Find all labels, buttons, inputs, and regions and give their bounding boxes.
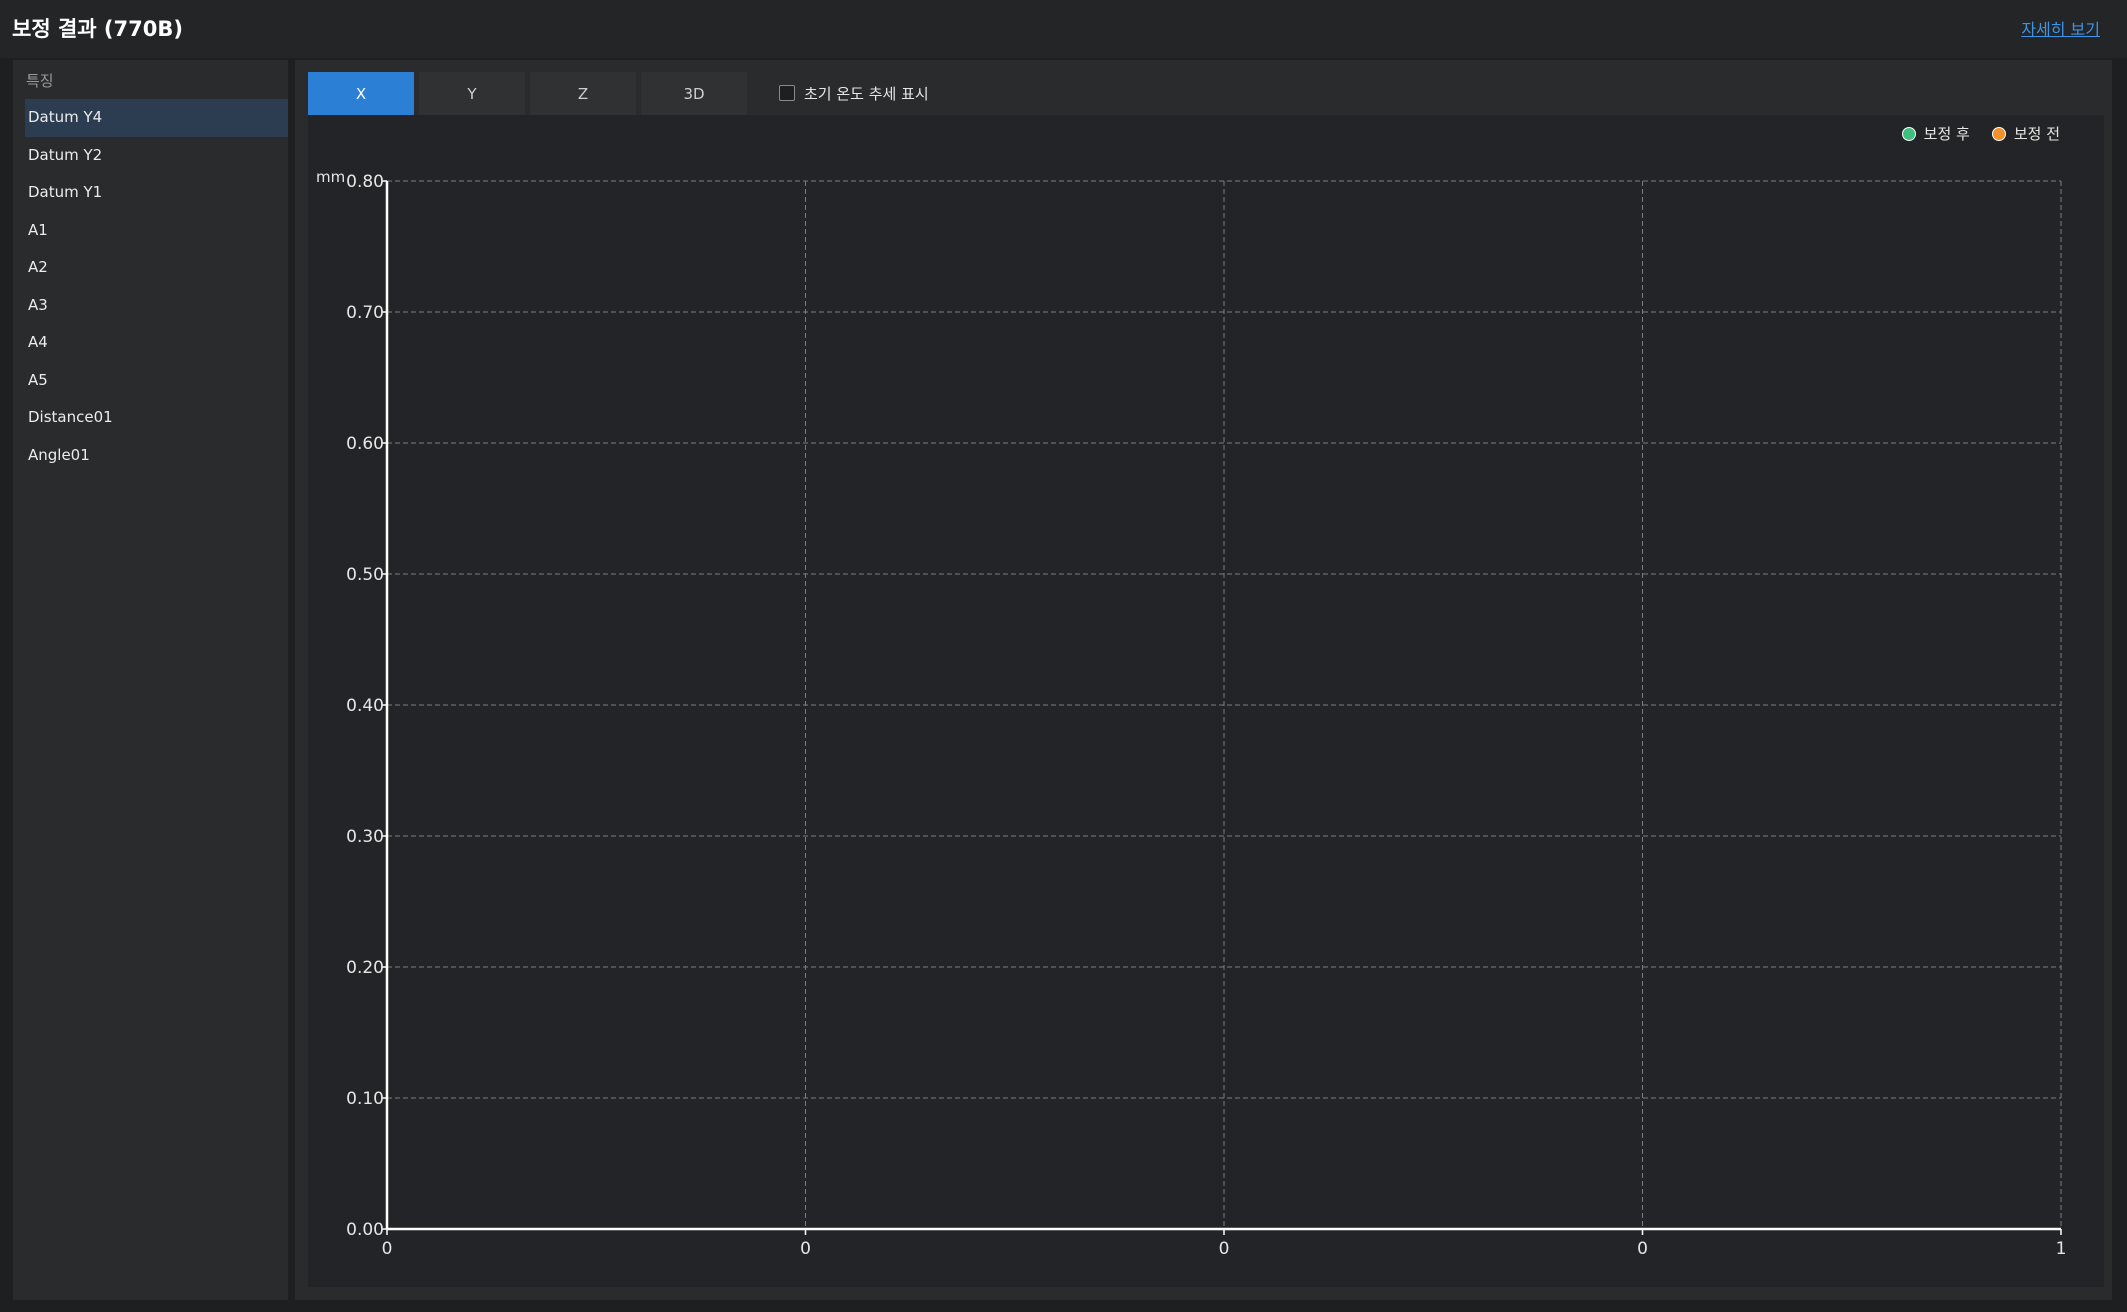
feature-sidebar: 특징 Datum Y4 Datum Y2 Datum Y1 A1 A2 A3 A…	[13, 60, 288, 1300]
feature-item-a3[interactable]: A3	[25, 287, 288, 325]
feature-item-datum-y1[interactable]: Datum Y1	[25, 174, 288, 212]
tab-z[interactable]: Z	[530, 72, 636, 115]
y-tick-label: 0.30	[346, 827, 384, 847]
y-tick-label: 0.80	[346, 172, 384, 192]
feature-item-datum-y2[interactable]: Datum Y2	[25, 137, 288, 175]
feature-list: Datum Y4 Datum Y2 Datum Y1 A1 A2 A3 A4 A…	[25, 99, 288, 474]
feature-list-header: 특징	[26, 72, 54, 90]
y-tick-label: 0.60	[346, 434, 384, 454]
page-title: 보정 결과 (770B)	[12, 17, 183, 41]
feature-item-a1[interactable]: A1	[25, 212, 288, 250]
x-tick-label: 0	[1219, 1239, 1230, 1259]
y-tick-label: 0.00	[346, 1220, 384, 1240]
feature-item-angle01[interactable]: Angle01	[25, 437, 288, 475]
main-panel: X Y Z 3D 초기 온도 추세 표시 보정 후 보정 전 0.00 0.10 0…	[295, 60, 2112, 1300]
correction-chart: 0.00 0.10 0.20 0.30 0.40 0.50 0.60 0.70 0.80 0 0 0 0…	[316, 168, 2067, 1259]
x-tick-label: 1	[2056, 1239, 2067, 1259]
initial-temp-trend-label: 초기 온도 추세 표시	[804, 84, 929, 103]
tab-y[interactable]: Y	[419, 72, 525, 115]
x-tick-label: 0	[800, 1239, 811, 1259]
feature-item-distance01[interactable]: Distance01	[25, 399, 288, 437]
chart-panel: 보정 후 보정 전 0.00 0.10 0.20 0.30 0.40 0.50 0.60 0.…	[308, 115, 2104, 1287]
detail-view-link[interactable]: 자세히 보기	[2021, 16, 2100, 40]
initial-temp-trend-checkbox[interactable]	[779, 85, 795, 101]
tab-3d[interactable]: 3D	[641, 72, 747, 115]
title-bar: 보정 결과 (770B) 자세히 보기	[0, 0, 2127, 58]
y-tick-label: 0.10	[346, 1089, 384, 1109]
feature-item-a5[interactable]: A5	[25, 362, 288, 400]
y-tick-label: 0.50	[346, 565, 384, 585]
initial-temp-trend-toggle[interactable]: 초기 온도 추세 표시	[779, 83, 929, 103]
y-tick-label: 0.70	[346, 303, 384, 323]
feature-item-a2[interactable]: A2	[25, 249, 288, 287]
x-tick-label: 0	[1637, 1239, 1648, 1259]
y-tick-label: 0.20	[346, 958, 384, 978]
feature-item-datum-y4[interactable]: Datum Y4	[25, 99, 288, 137]
x-tick-label: 0	[382, 1239, 393, 1259]
y-axis-unit-label: mm	[316, 168, 345, 186]
feature-item-a4[interactable]: A4	[25, 324, 288, 362]
tab-x[interactable]: X	[308, 72, 414, 115]
y-tick-label: 0.40	[346, 696, 384, 716]
